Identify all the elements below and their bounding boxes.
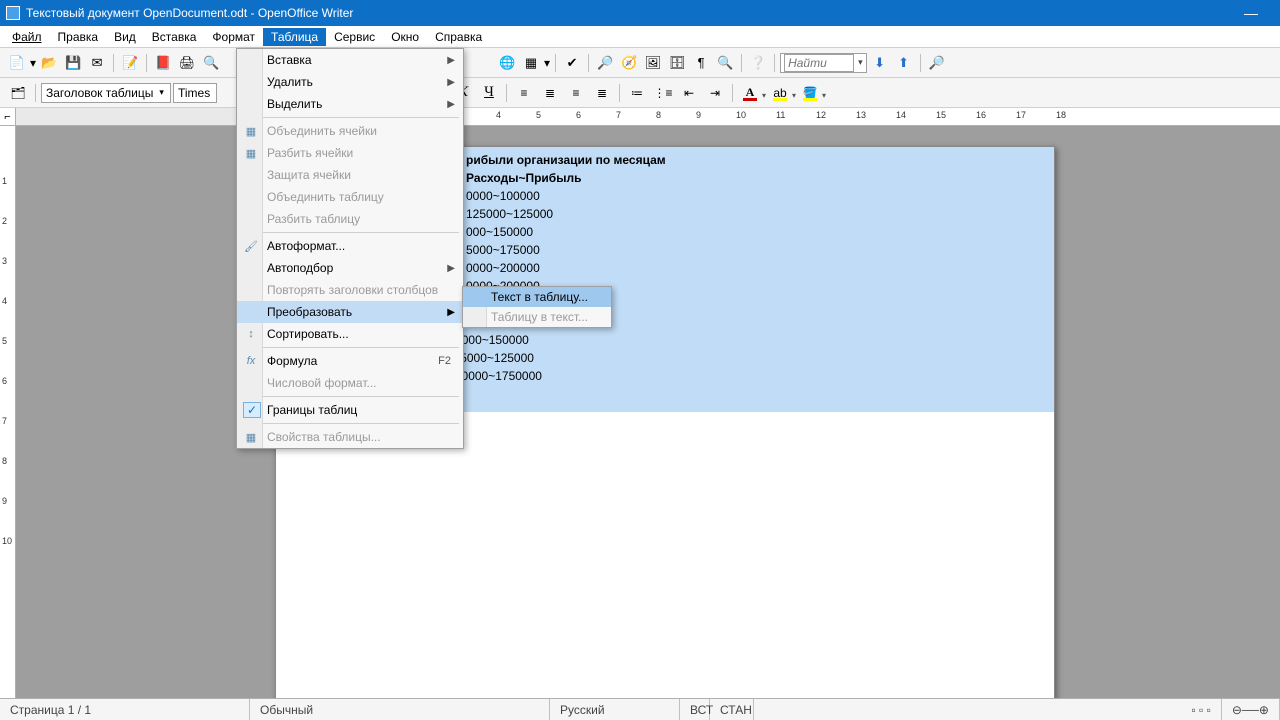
doc-heading: рибыли организации по месяцам (466, 151, 666, 169)
menu-convert-submenu[interactable]: Преобразовать▶ (237, 301, 463, 323)
status-bar: Страница 1 / 1 Обычный Русский ВСТ СТАН … (0, 698, 1280, 720)
gallery-button[interactable]: 🖼 (642, 52, 664, 74)
align-right-button[interactable]: ≡ (564, 82, 588, 104)
horizontal-ruler[interactable]: ⌐ 456789101112131415161718 (0, 108, 1280, 126)
minimize-button[interactable]: — (1228, 5, 1274, 21)
bulleted-list-button[interactable]: ⋮≡ (651, 82, 675, 104)
menu-repeat-headings: Повторять заголовки столбцов (237, 279, 463, 301)
menu-file[interactable]: Файл (4, 28, 50, 46)
font-name-combo[interactable]: Times (173, 83, 217, 103)
menu-protect-cells: Защита ячейки (237, 164, 463, 186)
doc-line: 000~150000 (466, 223, 666, 241)
search-all-button[interactable]: 🔎 (926, 52, 948, 74)
menu-number-format: Числовой формат... (237, 372, 463, 394)
table-menu-dropdown: Вставка▶ Удалить▶ Выделить▶ ▦Объединить … (236, 48, 464, 449)
menu-tools[interactable]: Сервис (326, 28, 383, 46)
status-zoom[interactable]: ⊖──⊕ (1222, 699, 1280, 720)
menu-view[interactable]: Вид (106, 28, 144, 46)
tab-stop-icon[interactable]: ⌐ (0, 108, 16, 125)
find-button[interactable]: 🔎 (594, 52, 616, 74)
status-lang[interactable]: Русский (550, 699, 680, 720)
doc-line: 0000~100000 (466, 187, 666, 205)
decrease-indent-button[interactable]: ⇤ (677, 82, 701, 104)
status-view-icons[interactable]: ▫ ▫ ▫ (1181, 699, 1221, 720)
window-titlebar: Текстовый документ OpenDocument.odt - Op… (0, 0, 1280, 26)
menu-split-table: Разбить таблицу (237, 208, 463, 230)
doc-line: 0000~200000 (466, 259, 666, 277)
menu-format[interactable]: Формат (204, 28, 263, 46)
doc-subheading: Расходы~Прибыль (466, 169, 666, 187)
status-selection-mode[interactable]: СТАН (710, 699, 754, 720)
status-insert-mode[interactable]: ВСТ (680, 699, 710, 720)
menu-text-to-table[interactable]: Текст в таблицу... (463, 287, 611, 307)
hyperlink-button[interactable]: 🌐 (496, 52, 518, 74)
table-button[interactable]: ▦ (520, 52, 542, 74)
bg-color-button[interactable]: 🪣 (798, 82, 822, 104)
doc-line: 125000~125000 (466, 205, 666, 223)
menu-autoformat[interactable]: 🖌Автоформат... (237, 235, 463, 257)
spellcheck-button[interactable]: ✔ (561, 52, 583, 74)
menu-table-borders[interactable]: Границы таблиц (237, 399, 463, 421)
preview-button[interactable]: 🔍 (200, 52, 222, 74)
standard-toolbar: 📄▾ 📂 💾 ✉ 📝 📕 🖨 🔍 🌐 ▦▾ ✔ 🔎 🧭 🖼 🗄 ¶ 🔍 ❔ ▾ … (0, 48, 1280, 78)
menu-formula[interactable]: fxФормулаF2 (237, 350, 463, 372)
menu-insert[interactable]: Вставка (144, 28, 205, 46)
numbered-list-button[interactable]: ≔ (625, 82, 649, 104)
print-button[interactable]: 🖨 (176, 52, 198, 74)
menu-table[interactable]: Таблица (263, 28, 326, 46)
menu-autofit-submenu[interactable]: Автоподбор▶ (237, 257, 463, 279)
font-color-button[interactable]: A (738, 82, 762, 104)
increase-indent-button[interactable]: ⇥ (703, 82, 727, 104)
styles-button[interactable]: 🗂 (6, 82, 30, 104)
search-next-button[interactable]: ⬆ (893, 52, 915, 74)
formatting-toolbar: 🗂 Заголовок таблицы▾ Times К Ч ≡ ≣ ≡ ≣ ≔… (0, 78, 1280, 108)
search-input[interactable] (784, 54, 854, 72)
export-pdf-button[interactable]: 📕 (152, 52, 174, 74)
menu-window[interactable]: Окно (383, 28, 427, 46)
datasource-button[interactable]: 🗄 (666, 52, 688, 74)
menu-help[interactable]: Справка (427, 28, 490, 46)
search-prev-button[interactable]: ⬇ (869, 52, 891, 74)
vertical-ruler[interactable]: 12345678910 (0, 126, 16, 698)
menubar: Файл Правка Вид Вставка Формат Таблица С… (0, 26, 1280, 48)
search-field[interactable]: ▾ (780, 53, 867, 73)
menu-split-cells: ▦Разбить ячейки (237, 142, 463, 164)
menu-select-submenu[interactable]: Выделить▶ (237, 93, 463, 115)
app-icon (6, 6, 20, 20)
menu-table-properties: ▦Свойства таблицы... (237, 426, 463, 448)
status-page: Страница 1 / 1 (0, 699, 250, 720)
menu-table-to-text: Таблицу в текст... (463, 307, 611, 327)
new-dropdown[interactable]: ▾ (30, 56, 36, 70)
menu-edit[interactable]: Правка (50, 28, 107, 46)
highlight-button[interactable]: ab (768, 82, 792, 104)
open-button[interactable]: 📂 (38, 52, 60, 74)
paragraph-style-combo[interactable]: Заголовок таблицы▾ (41, 83, 171, 103)
nonprint-button[interactable]: ¶ (690, 52, 712, 74)
align-left-button[interactable]: ≡ (512, 82, 536, 104)
doc-line: 5000~175000 (466, 241, 666, 259)
align-center-button[interactable]: ≣ (538, 82, 562, 104)
menu-sort[interactable]: ↕Сортировать... (237, 323, 463, 345)
menu-merge-cells: ▦Объединить ячейки (237, 120, 463, 142)
convert-submenu: Текст в таблицу... Таблицу в текст... (462, 286, 612, 328)
navigator-button[interactable]: 🧭 (618, 52, 640, 74)
document-workspace: 12345678910 рибыли организации по месяца… (0, 126, 1280, 698)
menu-merge-table: Объединить таблицу (237, 186, 463, 208)
menu-insert-submenu[interactable]: Вставка▶ (237, 49, 463, 71)
zoom-button[interactable]: 🔍 (714, 52, 736, 74)
window-title: Текстовый документ OpenDocument.odt - Op… (26, 6, 1228, 20)
new-button[interactable]: 📄 (6, 52, 28, 74)
status-style[interactable]: Обычный (250, 699, 550, 720)
mail-button[interactable]: ✉ (86, 52, 108, 74)
underline-button[interactable]: Ч (477, 82, 501, 104)
save-button[interactable]: 💾 (62, 52, 84, 74)
menu-delete-submenu[interactable]: Удалить▶ (237, 71, 463, 93)
align-justify-button[interactable]: ≣ (590, 82, 614, 104)
help-button[interactable]: ❔ (747, 52, 769, 74)
edit-doc-button[interactable]: 📝 (119, 52, 141, 74)
